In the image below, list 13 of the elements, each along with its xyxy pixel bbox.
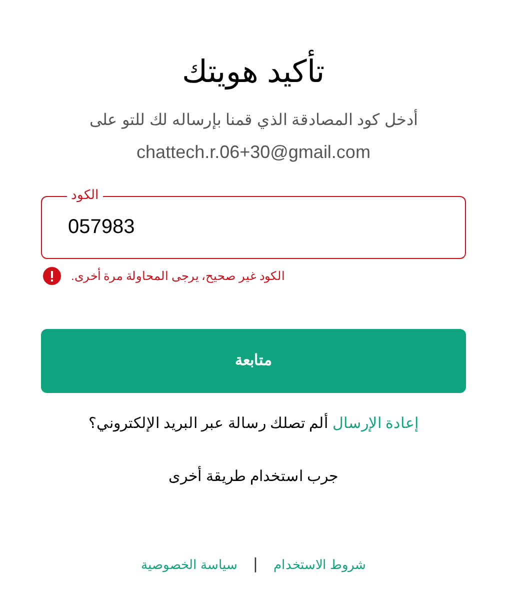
instruction-text: أدخل كود المصادقة الذي قمنا بإرساله لك للتو على [90, 110, 418, 132]
error-message: الكود غير صحيح، يرجى المحاولة مرة أخرى. [71, 267, 284, 285]
resend-prompt: إعادة الإرسال ألم تصلك رسالة عبر البريد الإلكتروني؟ [88, 413, 419, 434]
other-method-link[interactable]: جرب استخدام طريقة أخرى [168, 466, 338, 488]
privacy-link[interactable]: سياسة الخصوصية [140, 554, 238, 574]
separator: | [253, 554, 258, 574]
page-title: تأكيد هويتك [182, 52, 325, 92]
terms-link[interactable]: شروط الاستخدام [274, 554, 366, 574]
resend-link[interactable]: إعادة الإرسال [332, 415, 419, 432]
field-label: الكود [67, 187, 103, 203]
email-address: chattech.r.06+30@gmail.com [136, 141, 370, 164]
continue-button[interactable]: متابعة [41, 329, 466, 393]
error-icon [43, 267, 61, 285]
